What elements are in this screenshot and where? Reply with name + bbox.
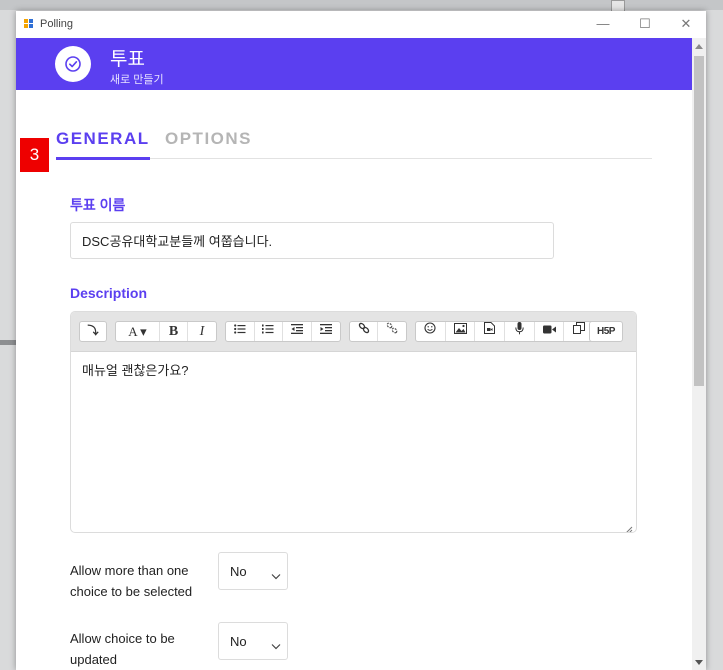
allow-multiple-choices-value: No (230, 564, 247, 579)
vertical-scrollbar[interactable] (692, 38, 706, 670)
tab-general[interactable]: GENERAL (56, 129, 150, 160)
unlink-icon[interactable] (378, 322, 406, 341)
page-title: 투표 (110, 49, 145, 70)
h5p-button[interactable]: H5P (590, 322, 622, 341)
tab-options[interactable]: OPTIONS (165, 129, 252, 149)
poll-name-label: 투표 이름 (70, 197, 126, 213)
italic-button[interactable]: I (188, 322, 216, 341)
chevron-down-icon (271, 567, 281, 585)
show-more-buttons-button[interactable]: ⤵ (80, 322, 106, 341)
window-title: Polling (40, 18, 74, 30)
toolbar-group-h5p: H5P (589, 321, 623, 342)
chevron-down-icon (271, 637, 281, 655)
app-logo-icon (24, 19, 34, 29)
font-style-button[interactable]: A ▾ (116, 322, 160, 341)
bold-button[interactable]: B (160, 322, 188, 341)
allow-multiple-choices-select[interactable]: No (218, 552, 288, 590)
indent-icon[interactable] (312, 322, 340, 341)
video-camera-icon[interactable] (535, 322, 565, 341)
toolbar-group-media (415, 321, 595, 342)
microphone-icon[interactable] (505, 322, 535, 341)
toolbar-group-links (349, 321, 407, 342)
maximize-button[interactable]: ☐ (630, 13, 660, 35)
step-number-badge: 3 (20, 138, 49, 172)
scroll-down-arrow-icon[interactable] (695, 660, 703, 665)
page-header: 투표 새로 만들기 (16, 38, 692, 90)
background-window-line (0, 340, 16, 345)
scroll-thumb[interactable] (694, 56, 704, 386)
allow-choice-update-label: Allow choice to be updated (70, 631, 175, 667)
media-icon[interactable] (475, 322, 506, 341)
toolbar-group-lists (225, 321, 341, 342)
allow-multiple-choices-label: Allow more than one choice to be selecte… (70, 563, 193, 599)
allow-choice-update-value: No (230, 634, 247, 649)
page-subtitle: 새로 만들기 (110, 74, 164, 86)
emoji-icon[interactable] (416, 322, 446, 341)
description-text[interactable]: 매뉴얼 괜찮은가요? (82, 360, 189, 379)
resize-grip-icon[interactable] (625, 521, 633, 532)
scroll-up-arrow-icon[interactable] (695, 44, 703, 49)
link-icon[interactable] (350, 322, 378, 341)
tab-bar: GENERAL OPTIONS (56, 125, 652, 160)
numbered-list-icon[interactable] (255, 322, 283, 341)
editor-toolbar: ⤵ A ▾ B I H5P (71, 312, 636, 352)
title-bar[interactable]: Polling — ☐ ✕ (16, 11, 706, 38)
toolbar-group-expand: ⤵ (79, 321, 107, 342)
image-icon[interactable] (446, 322, 476, 341)
bullet-list-icon[interactable] (226, 322, 255, 341)
allow-choice-update-select[interactable]: No (218, 622, 288, 660)
check-circle-icon (55, 46, 91, 82)
polling-window: Polling — ☐ ✕ 투표 새로 만들기 3 GENERAL OPTION… (16, 11, 706, 670)
description-label: Description (70, 285, 148, 301)
description-editor[interactable]: ⤵ A ▾ B I H5P 매뉴얼 괜찮은가요? (70, 311, 637, 533)
outdent-icon[interactable] (283, 322, 312, 341)
minimize-button[interactable]: — (588, 13, 618, 35)
poll-name-input[interactable]: DSC공유대학교분들께 여쭙습니다. (70, 222, 554, 259)
toolbar-group-format: A ▾ B I (115, 321, 217, 342)
close-button[interactable]: ✕ (671, 13, 701, 35)
